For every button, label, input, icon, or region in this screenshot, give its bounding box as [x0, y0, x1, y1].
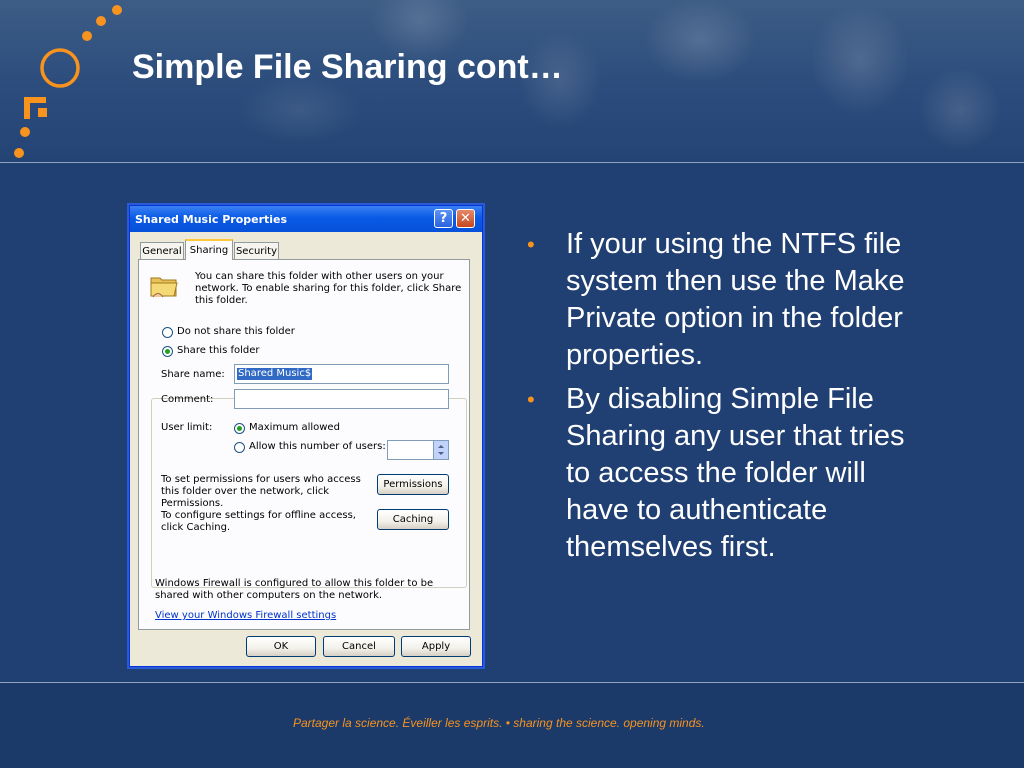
permissions-text: To set permissions for users who access … [161, 474, 361, 509]
radio-do-not-share-label: Do not share this folder [177, 326, 295, 337]
user-count-stepper[interactable] [387, 440, 449, 460]
comment-label: Comment: [161, 394, 214, 405]
caching-button[interactable]: Caching [377, 509, 449, 530]
help-button[interactable]: ? [434, 209, 453, 228]
logo-icon [14, 5, 122, 158]
ok-button[interactable]: OK [246, 636, 316, 657]
radio-maximum-allowed[interactable] [234, 423, 245, 434]
sharing-intro-text: You can share this folder with other use… [195, 271, 462, 306]
bullet-icon: • [527, 387, 535, 412]
comment-input[interactable] [234, 389, 449, 409]
shared-folder-icon [150, 277, 178, 298]
radio-do-not-share[interactable] [162, 327, 173, 338]
firewall-text: Windows Firewall is configured to allow … [155, 578, 434, 601]
spin-arrows-icon[interactable] [433, 441, 448, 459]
bullet-text: If your using the NTFS file system then … [566, 228, 905, 371]
radio-share[interactable] [162, 346, 173, 357]
header-banner: Simple File Sharing cont… [0, 0, 1024, 162]
slide-title: Simple File Sharing cont… [132, 48, 563, 86]
bullet-list: • If your using the NTFS file system the… [527, 226, 907, 573]
footer: Partager la science. Éveiller les esprit… [0, 683, 1024, 768]
bullet-text: By disabling Simple File Sharing any use… [566, 383, 905, 563]
share-name-input[interactable]: Shared Music$ [234, 364, 449, 384]
apply-button[interactable]: Apply [401, 636, 471, 657]
dialog-title: Shared Music Properties [135, 213, 288, 226]
slide: Simple File Sharing cont… Shared Music P… [0, 0, 1024, 768]
share-name-value: Shared Music$ [237, 368, 313, 380]
cancel-button[interactable]: Cancel [323, 636, 395, 657]
dialog-titlebar: Shared Music Properties ? ✕ [130, 206, 482, 232]
bullet-icon: • [527, 232, 535, 257]
radio-allow-number[interactable] [234, 442, 245, 453]
bullet-item: • By disabling Simple File Sharing any u… [527, 381, 907, 566]
bullet-item: • If your using the NTFS file system the… [527, 226, 907, 374]
permissions-button[interactable]: Permissions [377, 474, 449, 495]
firewall-settings-link[interactable]: View your Windows Firewall settings [155, 610, 336, 622]
properties-dialog: Shared Music Properties ? ✕ General Shar… [129, 205, 483, 667]
header-divider [0, 162, 1024, 163]
tab-security[interactable]: Security [234, 242, 279, 259]
radio-maximum-allowed-label: Maximum allowed [249, 422, 340, 433]
share-name-label: Share name: [161, 369, 225, 380]
caching-text: To configure settings for offline access… [161, 510, 356, 533]
sharing-panel: You can share this folder with other use… [138, 259, 470, 630]
radio-allow-number-label: Allow this number of users: [249, 441, 386, 452]
tab-general[interactable]: General [140, 242, 184, 259]
user-limit-label: User limit: [161, 422, 213, 433]
radio-share-label: Share this folder [177, 345, 262, 357]
footer-tagline: Partager la science. Éveiller les esprit… [293, 716, 705, 730]
tab-sharing[interactable]: Sharing [185, 239, 233, 260]
close-button[interactable]: ✕ [456, 209, 475, 228]
